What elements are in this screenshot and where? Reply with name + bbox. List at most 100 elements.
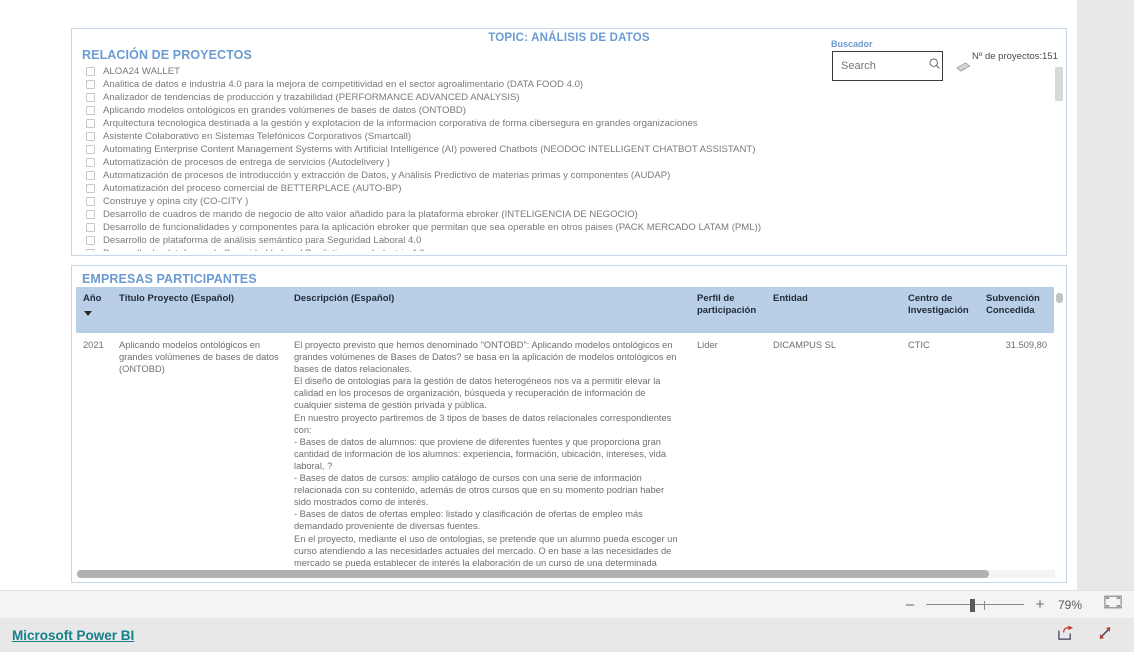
footer-actions bbox=[1057, 624, 1114, 647]
column-header-subvencion[interactable]: Subvención Concedida bbox=[979, 287, 1054, 333]
checkbox-icon[interactable] bbox=[86, 184, 95, 193]
list-item[interactable]: Desarrollo de cuadros de mando de negoci… bbox=[81, 208, 1053, 221]
scrollbar-thumb[interactable] bbox=[77, 570, 989, 578]
checkbox-icon[interactable] bbox=[86, 106, 95, 115]
checkbox-icon[interactable] bbox=[86, 67, 95, 76]
list-item[interactable]: Automatización de procesos de entrega de… bbox=[81, 156, 1053, 169]
checkbox-icon[interactable] bbox=[86, 158, 95, 167]
companies-heading: EMPRESAS PARTICIPANTES bbox=[82, 272, 257, 286]
table-vertical-scrollbar-thumb[interactable] bbox=[1056, 293, 1063, 303]
list-item[interactable]: Automatización de procesos de introducci… bbox=[81, 169, 1053, 182]
search-input[interactable] bbox=[841, 60, 927, 72]
description-line: En el proyecto, mediante el uso de ontol… bbox=[294, 533, 678, 574]
fit-to-page-icon[interactable] bbox=[1104, 595, 1122, 614]
checkbox-icon[interactable] bbox=[86, 132, 95, 141]
share-icon[interactable] bbox=[1057, 624, 1074, 646]
list-item[interactable]: Desarrollo de plataforma de análisis sem… bbox=[81, 234, 1053, 247]
footer-bar: Microsoft Power BI bbox=[0, 618, 1134, 652]
column-header-centro[interactable]: Centro de Investigación bbox=[901, 287, 979, 333]
projects-list-panel: TOPIC: ANÁLISIS DE DATOS RELACIÓN DE PRO… bbox=[71, 28, 1067, 256]
checkbox-icon[interactable] bbox=[86, 171, 95, 180]
list-item[interactable]: Construye y opina city (CO-CITY ) bbox=[81, 195, 1053, 208]
scrollbar-thumb[interactable] bbox=[1055, 67, 1063, 101]
description-line: El diseño de ontologias para la gestión … bbox=[294, 376, 661, 411]
sort-descending-icon[interactable] bbox=[84, 311, 92, 316]
checkbox-icon[interactable] bbox=[86, 93, 95, 102]
column-header-perfil[interactable]: Perfil de participación bbox=[690, 287, 766, 333]
list-item-label: Desarrollo de plataforma de análisis sem… bbox=[103, 235, 422, 246]
list-item-label: Automatización de procesos de entrega de… bbox=[103, 157, 390, 168]
projects-slicer-list[interactable]: ALOA24 WALLET Analitica de datos e indus… bbox=[81, 65, 1053, 251]
list-item[interactable]: Asistente Colaborativo en Sistemas Telef… bbox=[81, 130, 1053, 143]
list-item-label: Desarrollo de funcionalidades y componen… bbox=[103, 222, 762, 233]
list-item-label: Analitica de datos e industria 4.0 para … bbox=[103, 79, 584, 90]
list-item-label: Analizador de tendencias de producción y… bbox=[103, 92, 520, 103]
zoom-level-label: 79% bbox=[1058, 597, 1083, 612]
zoom-toolbar: – + 79% bbox=[0, 590, 1134, 618]
list-item[interactable]: Desarrollo de funcionalidades y componen… bbox=[81, 221, 1053, 234]
cell-centro: CTIC bbox=[901, 333, 979, 573]
project-count-label: Nº de proyectos:151 bbox=[972, 51, 1058, 62]
list-item-label: Automatización de procesos de introducci… bbox=[103, 170, 671, 181]
list-item[interactable]: Analizador de tendencias de producción y… bbox=[81, 91, 1053, 104]
checkbox-icon[interactable] bbox=[86, 119, 95, 128]
powerbi-brand-link[interactable]: Microsoft Power BI bbox=[12, 628, 134, 643]
cell-titulo: Aplicando modelos ontológicos en grandes… bbox=[112, 333, 287, 573]
table-header-row: Año Título Proyecto (Español) Descripció… bbox=[76, 287, 1054, 333]
list-item-label: Automatización del proceso comercial de … bbox=[103, 183, 402, 194]
cell-entidad: DICAMPUS SL bbox=[766, 333, 901, 573]
projects-heading: RELACIÓN DE PROYECTOS bbox=[82, 48, 252, 62]
data-table-wrapper[interactable]: Año Título Proyecto (Español) Descripció… bbox=[76, 287, 1058, 573]
checkbox-icon[interactable] bbox=[86, 249, 95, 251]
list-item[interactable]: Desarrollo de plataforma de Seguridad La… bbox=[81, 247, 1053, 251]
report-canvas: TOPIC: ANÁLISIS DE DATOS RELACIÓN DE PRO… bbox=[0, 0, 1077, 612]
fullscreen-icon[interactable] bbox=[1096, 624, 1114, 647]
column-header-titulo[interactable]: Título Proyecto (Español) bbox=[112, 287, 287, 333]
eraser-icon[interactable] bbox=[956, 61, 972, 80]
checkbox-icon[interactable] bbox=[86, 210, 95, 219]
list-item[interactable]: Aplicando modelos ontológicos en grandes… bbox=[81, 104, 1053, 117]
list-item-label: Arquitectura tecnologica destinada a la … bbox=[103, 118, 698, 129]
cell-perfil: Lider bbox=[690, 333, 766, 573]
page-title: TOPIC: ANÁLISIS DE DATOS bbox=[488, 32, 650, 44]
zoom-in-button[interactable]: + bbox=[1032, 597, 1048, 612]
list-item-label: Construye y opina city (CO-CITY ) bbox=[103, 196, 249, 207]
column-header-entidad[interactable]: Entidad bbox=[766, 287, 901, 333]
description-line: En nuestro proyecto partiremos de 3 tipo… bbox=[294, 412, 672, 435]
list-item-label: ALOA24 WALLET bbox=[103, 66, 180, 77]
description-line: El proyecto previsto que hemos denominad… bbox=[294, 340, 677, 375]
search-box[interactable] bbox=[832, 51, 943, 81]
zoom-out-button[interactable]: – bbox=[902, 597, 918, 612]
list-item-label: Automating Enterprise Content Management… bbox=[103, 144, 756, 155]
slider-thumb[interactable] bbox=[970, 598, 975, 612]
data-table: Año Título Proyecto (Español) Descripció… bbox=[76, 287, 1054, 573]
companies-table-panel: EMPRESAS PARTICIPANTES Año Título Proyec… bbox=[71, 265, 1067, 583]
column-header-anio[interactable]: Año bbox=[76, 287, 112, 333]
slider-tick bbox=[984, 600, 985, 610]
list-item-label: Asistente Colaborativo en Sistemas Telef… bbox=[103, 131, 412, 142]
column-header-descripcion[interactable]: Descripción (Español) bbox=[287, 287, 690, 333]
list-item-label: Aplicando modelos ontológicos en grandes… bbox=[103, 105, 466, 116]
description-line: - Bases de datos de alumnos: que provien… bbox=[294, 436, 667, 471]
cell-subvencion: 31.509,80 bbox=[979, 333, 1054, 573]
list-item-label: Desarrollo de plataforma de Seguridad La… bbox=[103, 247, 425, 251]
checkbox-icon[interactable] bbox=[86, 223, 95, 232]
list-item[interactable]: Automating Enterprise Content Management… bbox=[81, 143, 1053, 156]
zoom-slider[interactable] bbox=[926, 598, 1024, 612]
checkbox-icon[interactable] bbox=[86, 80, 95, 89]
checkbox-icon[interactable] bbox=[86, 236, 95, 245]
search-label: Buscador bbox=[831, 39, 873, 49]
projects-list-scrollbar[interactable] bbox=[1055, 63, 1063, 251]
table-horizontal-scrollbar[interactable] bbox=[77, 570, 1055, 578]
list-item-label: Desarrollo de cuadros de mando de negoci… bbox=[103, 209, 638, 220]
search-icon[interactable] bbox=[928, 57, 941, 75]
slider-track bbox=[926, 603, 1024, 605]
table-row[interactable]: 2021 Aplicando modelos ontológicos en gr… bbox=[76, 333, 1054, 573]
cell-anio: 2021 bbox=[76, 333, 112, 573]
list-item[interactable]: Arquitectura tecnologica destinada a la … bbox=[81, 117, 1053, 130]
cell-descripcion: El proyecto previsto que hemos denominad… bbox=[287, 333, 690, 573]
list-item[interactable]: Automatización del proceso comercial de … bbox=[81, 182, 1053, 195]
checkbox-icon[interactable] bbox=[86, 145, 95, 154]
checkbox-icon[interactable] bbox=[86, 197, 95, 206]
description-line: - Bases de datos de cursos: amplio catál… bbox=[294, 473, 665, 508]
